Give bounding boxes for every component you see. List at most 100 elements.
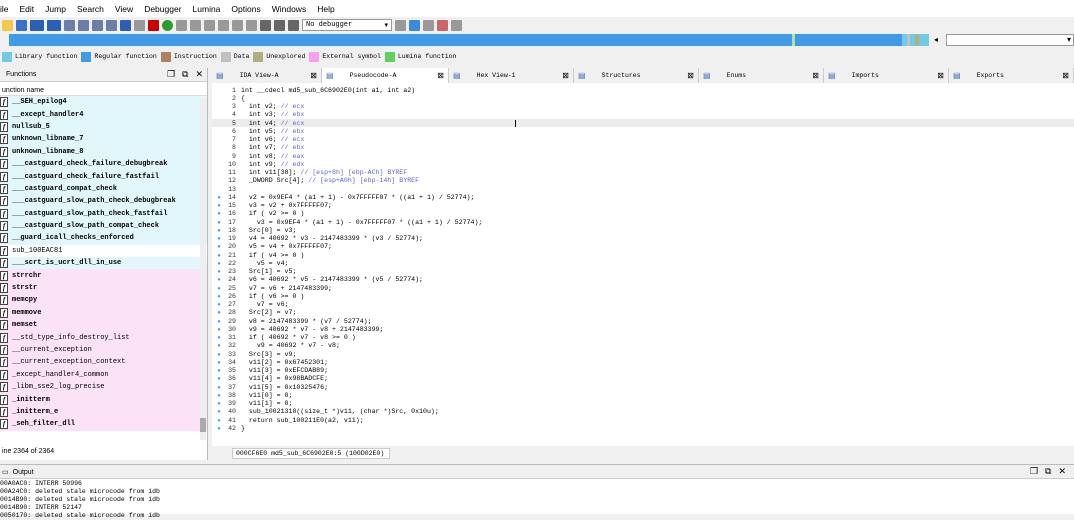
breakpoint-dot-icon[interactable]: ● xyxy=(212,210,226,217)
binoculars-icon[interactable] xyxy=(64,19,75,31)
function-item[interactable]: f strstr xyxy=(0,281,207,295)
menu-item[interactable]: Options xyxy=(226,4,266,14)
breakpoint-dot-icon[interactable]: ● xyxy=(212,334,226,341)
breakpoint-dot-icon[interactable]: ● xyxy=(212,276,226,283)
breakpoint-dot-icon[interactable]: ● xyxy=(212,318,226,325)
tab-close-icon[interactable]: ⊠ xyxy=(310,71,317,81)
breakpoint-dot-icon[interactable]: ● xyxy=(212,252,226,259)
function-item[interactable]: f __std_type_info_destroy_list xyxy=(0,331,207,344)
code-line[interactable]: 5 int v4; // ecx xyxy=(212,119,304,127)
code-line[interactable]: ● 29 v8 = 2147483399 * (v7 / 52774); xyxy=(212,317,371,325)
function-item[interactable]: f ___castguard_compat_check xyxy=(0,182,207,196)
breakpoint-dot-icon[interactable]: ● xyxy=(212,384,226,391)
menu-item[interactable]: Jump xyxy=(40,4,72,14)
code-line[interactable]: ● 23 Src[1] = v5; xyxy=(212,268,296,276)
code-line[interactable]: 4 int v3; // ebx xyxy=(212,111,304,119)
menu-item[interactable]: Windows xyxy=(267,4,312,14)
code-line[interactable]: 12 _DWORD Src[4]; // [esp+A0h] [ebp-14h]… xyxy=(212,177,419,185)
run-icon[interactable] xyxy=(162,19,173,31)
tab[interactable]: ▤ IDA View-A ⊠ xyxy=(212,68,322,83)
code-line[interactable]: ● 37 v11[5] = 0x10325476; xyxy=(212,383,328,391)
function-item[interactable]: f ___castguard_check_failure_fastfail xyxy=(0,170,207,183)
function-item[interactable]: f __except_handler4 xyxy=(0,108,207,121)
search-binary-icon[interactable] xyxy=(106,19,117,31)
struct-icon[interactable] xyxy=(218,19,229,31)
function-item[interactable]: f __current_exception_context xyxy=(0,356,207,369)
tab[interactable]: ▤ Structures ⊠ xyxy=(574,68,699,83)
menu-item[interactable]: Lumina xyxy=(188,4,227,14)
code-line[interactable]: ● 27 v7 = v6; xyxy=(212,301,288,309)
close-icon[interactable]: ✕ xyxy=(195,69,203,80)
code-line[interactable]: ● 25 v7 = v6 + 2147483399; xyxy=(212,284,332,292)
function-item[interactable]: f memcpy xyxy=(0,294,207,307)
code-line[interactable]: ● 19 v4 = 40692 * v3 - 2147483399 * (v3 /… xyxy=(212,235,423,243)
breakpoint-dot-icon[interactable]: ● xyxy=(212,425,226,432)
function-item[interactable]: f __guard_icall_checks_enforced xyxy=(0,232,207,245)
tab[interactable]: ▤ Imports ⊠ xyxy=(824,68,949,83)
debug-settings-icon[interactable] xyxy=(395,19,406,31)
breakpoint-dot-icon[interactable]: ● xyxy=(212,400,226,407)
tab[interactable]: ▤ Hex View-1 ⊠ xyxy=(449,68,574,83)
code-line[interactable]: ● 42} xyxy=(212,424,245,432)
tab[interactable]: ▤ Pseudocode-A ⊠ xyxy=(322,68,449,83)
menu-item[interactable]: Debugger xyxy=(139,4,187,14)
function-item[interactable]: f ___scrt_is_ucrt_dll_in_use xyxy=(0,257,207,270)
function-item[interactable]: f sub_100EAC81 xyxy=(0,244,207,258)
code-line[interactable]: 6 int v5; // ebx xyxy=(212,127,304,135)
code-line[interactable]: 8 int v7; // ebx xyxy=(212,144,304,152)
tab-close-icon[interactable]: ⊠ xyxy=(812,71,819,81)
pseudocode-view[interactable]: 1 int __cdecl md5_sub_6C6902E0(int a1, in… xyxy=(212,83,1074,446)
function-item[interactable]: f nullsub_5 xyxy=(0,120,207,134)
breakpoint-dot-icon[interactable]: ● xyxy=(212,359,226,366)
restore-icon[interactable]: ❐ xyxy=(1030,466,1038,477)
function-item[interactable]: f __current_exception xyxy=(0,343,207,357)
code-line[interactable]: ● 24 v6 = 40692 * v5 - 2147483399 * (v5 /… xyxy=(212,276,423,284)
play-icon[interactable] xyxy=(260,19,271,31)
menu-item[interactable]: Help xyxy=(312,4,340,14)
function-item[interactable]: f _except_handler4_common xyxy=(0,368,207,381)
sync-icon[interactable] xyxy=(409,19,420,31)
breakpoint-dot-icon[interactable]: ● xyxy=(212,268,226,275)
lumina-icon[interactable] xyxy=(437,19,448,31)
breakpoint-dot-icon[interactable]: ● xyxy=(212,408,226,415)
breakpoint-dot-icon[interactable]: ● xyxy=(212,235,226,242)
tab[interactable]: ▤ Exports ⊠ xyxy=(949,68,1074,83)
tab-close-icon[interactable]: ⊠ xyxy=(937,71,944,81)
code-line[interactable]: ● 35 v11[3] = 0xEFCDAB89; xyxy=(212,367,328,375)
breakpoint-dot-icon[interactable]: ● xyxy=(212,227,226,234)
search-icon[interactable] xyxy=(78,19,89,31)
enum-icon[interactable] xyxy=(232,19,243,31)
code-line[interactable]: ● 26 if ( v6 >= 0 ) xyxy=(212,292,304,300)
xref-icon[interactable] xyxy=(204,19,215,31)
tab-close-icon[interactable]: ⊠ xyxy=(687,71,694,81)
code-line[interactable]: 11 int v11[38]; // [esp+8h] [ebp-ACh] BY… xyxy=(212,169,407,177)
code-line[interactable]: ● 33 Src[3] = v9; xyxy=(212,350,296,358)
code-line[interactable]: ● 30 v9 = 40692 * v7 - v8 + 2147483399; xyxy=(212,325,383,333)
function-item[interactable]: f _initterm xyxy=(0,393,207,406)
graph-icon[interactable] xyxy=(190,19,201,31)
tab-close-icon[interactable]: ⊠ xyxy=(562,71,569,81)
code-line[interactable]: ● 16 if ( v2 >= 0 ) xyxy=(212,210,304,218)
function-item[interactable]: f _libm_sse2_log_precise xyxy=(0,380,207,394)
code-line[interactable]: ● 22 v5 = v4; xyxy=(212,259,288,267)
code-line[interactable]: ● 28 Src[2] = v7; xyxy=(212,309,296,317)
code-line[interactable]: 7 int v6; // ecx xyxy=(212,136,304,144)
jump-icon[interactable] xyxy=(120,19,131,31)
navigation-select[interactable]: ▾ xyxy=(946,34,1074,46)
breakpoint-icon[interactable] xyxy=(423,19,434,31)
close-icon[interactable]: ✕ xyxy=(1058,466,1066,477)
breakpoint-dot-icon[interactable]: ● xyxy=(212,392,226,399)
breakpoint-dot-icon[interactable]: ● xyxy=(212,351,226,358)
tab[interactable]: ▤ Enums ⊠ xyxy=(699,68,824,83)
code-line[interactable]: ● 21 if ( v4 >= 0 ) xyxy=(212,251,304,259)
open-icon[interactable] xyxy=(2,19,13,31)
stop-icon[interactable] xyxy=(148,19,159,31)
pause-icon[interactable] xyxy=(274,19,285,31)
code-line[interactable]: ● 40 sub_10021310((size_t *)v11, (char *)… xyxy=(212,408,439,416)
function-item[interactable]: f strrchr xyxy=(0,269,207,282)
code-line[interactable]: ● 41 return sub_100211E0(a2, v11); xyxy=(212,416,363,424)
function-item[interactable]: f _initterm_e xyxy=(0,405,207,419)
code-line[interactable]: ● 15 v3 = v2 + 0x7FFFFF07; xyxy=(212,202,332,210)
code-line[interactable]: ● 18 Src[0] = v3; xyxy=(212,226,296,234)
breakpoint-dot-icon[interactable]: ● xyxy=(212,219,226,226)
